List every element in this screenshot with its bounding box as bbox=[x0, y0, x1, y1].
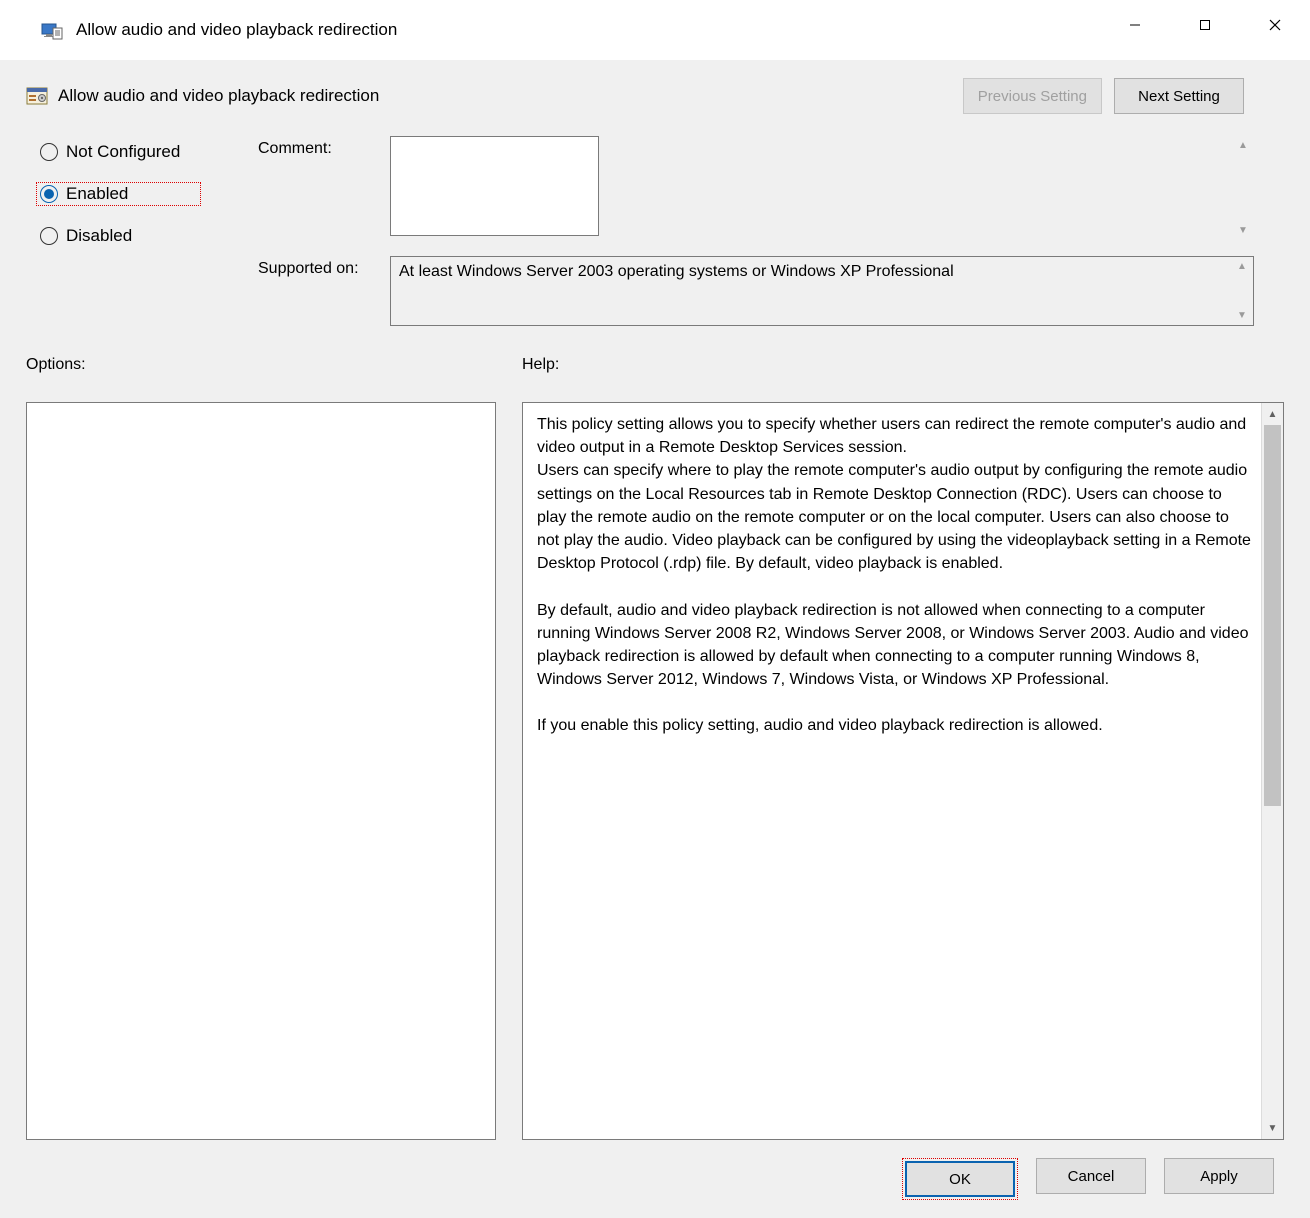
policy-icon bbox=[26, 85, 48, 107]
supported-row: Supported on: At least Windows Server 20… bbox=[258, 256, 1254, 326]
radio-enabled[interactable]: Enabled bbox=[36, 182, 201, 206]
policy-dialog-window: Allow audio and video playback redirecti… bbox=[0, 0, 1310, 1218]
ok-button[interactable]: OK bbox=[905, 1161, 1015, 1197]
panels-row: Options: Help: This policy setting allow… bbox=[26, 356, 1284, 1140]
scroll-down-icon[interactable]: ▼ bbox=[1262, 1117, 1283, 1139]
supported-label: Supported on: bbox=[258, 256, 378, 278]
options-panel-column: Options: bbox=[26, 356, 496, 1140]
supported-on-box: At least Windows Server 2003 operating s… bbox=[390, 256, 1254, 326]
titlebar-controls bbox=[1100, 0, 1310, 50]
state-and-fields: Not Configured Enabled Disabled Comment:… bbox=[26, 136, 1284, 326]
options-box[interactable] bbox=[26, 402, 496, 1140]
maximize-button[interactable] bbox=[1170, 0, 1240, 50]
radio-label: Disabled bbox=[66, 226, 132, 246]
radio-icon bbox=[40, 227, 58, 245]
supported-on-text: At least Windows Server 2003 operating s… bbox=[399, 263, 954, 280]
comment-textarea[interactable] bbox=[390, 136, 599, 236]
nav-buttons: Previous Setting Next Setting bbox=[963, 78, 1244, 114]
policy-title: Allow audio and video playback redirecti… bbox=[58, 86, 963, 106]
radio-selected-icon bbox=[40, 185, 58, 203]
radio-icon bbox=[40, 143, 58, 161]
ok-button-highlight: OK bbox=[902, 1158, 1018, 1200]
supported-scroll-indicator: ▲▼ bbox=[1233, 257, 1251, 325]
help-scrollbar[interactable]: ▲ ▼ bbox=[1261, 403, 1283, 1139]
comment-label: Comment: bbox=[258, 136, 378, 158]
comment-row: Comment: ▲▼ bbox=[258, 136, 1254, 240]
fields-column: Comment: ▲▼ Supported on: At least Windo… bbox=[258, 136, 1254, 326]
policy-app-icon bbox=[40, 18, 64, 42]
minimize-button[interactable] bbox=[1100, 0, 1170, 50]
options-label: Options: bbox=[26, 356, 496, 374]
scroll-thumb[interactable] bbox=[1264, 425, 1281, 806]
state-radio-group: Not Configured Enabled Disabled bbox=[36, 136, 236, 326]
help-panel-column: Help: This policy setting allows you to … bbox=[522, 356, 1284, 1140]
policy-header: Allow audio and video playback redirecti… bbox=[26, 78, 1284, 114]
previous-setting-button: Previous Setting bbox=[963, 78, 1102, 114]
next-setting-button[interactable]: Next Setting bbox=[1114, 78, 1244, 114]
help-box-wrapper: This policy setting allows you to specif… bbox=[522, 402, 1284, 1140]
radio-not-configured[interactable]: Not Configured bbox=[36, 140, 236, 164]
help-label: Help: bbox=[522, 356, 1284, 374]
radio-label: Enabled bbox=[66, 184, 128, 204]
cancel-button[interactable]: Cancel bbox=[1036, 1158, 1146, 1194]
dialog-content: Allow audio and video playback redirecti… bbox=[0, 60, 1310, 1218]
radio-label: Not Configured bbox=[66, 142, 180, 162]
close-button[interactable] bbox=[1240, 0, 1310, 50]
titlebar: Allow audio and video playback redirecti… bbox=[0, 0, 1310, 60]
scroll-up-icon[interactable]: ▲ bbox=[1262, 403, 1283, 425]
apply-button[interactable]: Apply bbox=[1164, 1158, 1274, 1194]
radio-disabled[interactable]: Disabled bbox=[36, 224, 236, 248]
help-text: This policy setting allows you to specif… bbox=[523, 403, 1283, 748]
comment-scroll-indicator: ▲▼ bbox=[1234, 136, 1252, 240]
dialog-footer: OK Cancel Apply bbox=[26, 1158, 1284, 1200]
scroll-track[interactable] bbox=[1262, 425, 1283, 1117]
